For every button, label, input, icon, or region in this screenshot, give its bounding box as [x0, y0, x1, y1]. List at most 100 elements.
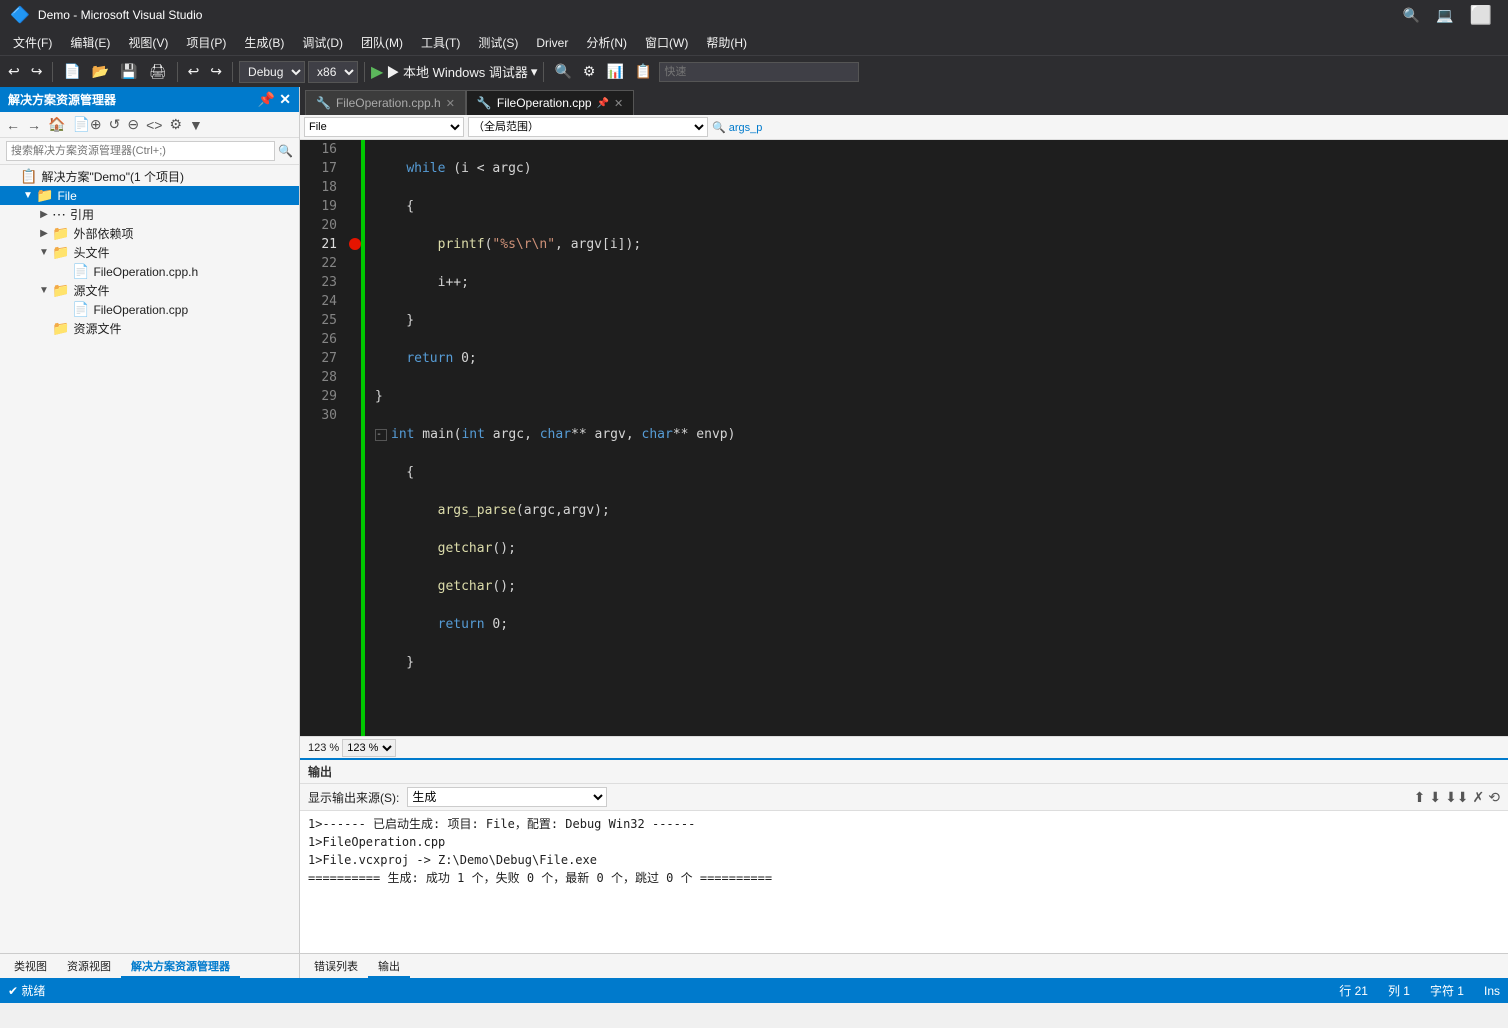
sidebar-tb-back[interactable]: ← [4, 116, 22, 134]
tab-h-label: FileOperation.cpp.h [336, 96, 441, 110]
menu-view[interactable]: 视图(V) [120, 32, 176, 53]
toolbar-extra2[interactable]: 📊 [602, 61, 627, 82]
sidebar-tb-code[interactable]: <> [144, 116, 164, 134]
tab-cpp-close[interactable]: ✕ [614, 97, 623, 110]
sidebar-tb-forward[interactable]: → [25, 116, 43, 134]
toolbar-extra3[interactable]: 📋 [631, 61, 656, 82]
code-content[interactable]: while (i < argc) { printf("%s\r\n", argv… [365, 140, 1508, 736]
sidebar-tb-collapseall[interactable]: ⊖ [125, 115, 141, 134]
pin-icon[interactable]: 📌 [258, 91, 275, 108]
menu-driver[interactable]: Driver [528, 34, 576, 52]
menu-test[interactable]: 测试(S) [470, 32, 526, 53]
tab-h-close[interactable]: ✕ [446, 97, 455, 110]
menu-build[interactable]: 生成(B) [236, 32, 292, 53]
menu-project[interactable]: 项目(P) [178, 32, 234, 53]
output-tb-wrap[interactable]: ⟲ [1488, 789, 1500, 806]
output-source-dropdown[interactable]: 生成 调试 [407, 787, 607, 807]
toolbar-redo[interactable]: ↪ [206, 61, 226, 82]
code-line-28: return 0; [375, 615, 1498, 634]
line-num-27: 27 [300, 349, 337, 368]
menu-window[interactable]: 窗口(W) [637, 32, 696, 53]
line-num-28: 28 [300, 368, 337, 387]
global-scope-dropdown[interactable]: （全局范围） [468, 117, 708, 137]
code-line-24: { [375, 463, 1498, 482]
scope-symbol: 🔍 args_p [712, 121, 762, 134]
sidebar-header: 解决方案资源管理器 📌 ✕ [0, 87, 299, 112]
output-tb-btn3[interactable]: ⬇⬇ [1445, 789, 1468, 806]
platform-dropdown[interactable]: x86 [308, 61, 358, 83]
sidebar-tb-filter[interactable]: ▼ [187, 116, 205, 134]
file-op-h-icon: 📄 [72, 263, 89, 280]
menu-help[interactable]: 帮助(H) [698, 32, 755, 53]
menu-file[interactable]: 文件(F) [5, 32, 60, 53]
sidebar-search-input[interactable] [6, 141, 275, 161]
tree-item-source-files[interactable]: ▼ 📁 源文件 [0, 281, 299, 300]
toolbar-new[interactable]: 📄 [59, 61, 84, 82]
green-bar [361, 140, 365, 736]
sidebar-close-icon[interactable]: ✕ [279, 91, 291, 108]
sidebar-tab-solution[interactable]: 解决方案资源管理器 [121, 956, 240, 978]
code-editor[interactable]: 16 17 18 19 20 21 22 23 24 25 26 27 28 2… [300, 140, 1508, 736]
toolbar-open[interactable]: 📂 [88, 61, 113, 82]
toolbar-search[interactable]: 🔍 [550, 61, 575, 82]
tree-item-file-op-h[interactable]: 📄 FileOperation.cpp.h [0, 262, 299, 281]
toolbar-save[interactable]: 💾 [116, 61, 141, 82]
title-bar-right[interactable]: 🔍 💻 ⬜ [1397, 3, 1498, 28]
sidebar-tab-resourceview[interactable]: 资源视图 [57, 956, 121, 978]
toolbar-back[interactable]: ↩ [4, 61, 24, 82]
file-scope-dropdown[interactable]: File [304, 117, 464, 137]
menu-bar: 文件(F) 编辑(E) 视图(V) 项目(P) 生成(B) 调试(D) 团队(M… [0, 30, 1508, 55]
output-bottom-tabs: 错误列表 输出 [300, 953, 1508, 978]
menu-tools[interactable]: 工具(T) [413, 32, 468, 53]
debug-config-dropdown[interactable]: Debug [239, 61, 305, 83]
menu-debug[interactable]: 调试(D) [294, 32, 351, 53]
editor-bottom-bar: 123 % 123 % 100 % 75 % 150 % [300, 736, 1508, 758]
search-icon[interactable]: 🔍 [1397, 5, 1426, 26]
output-line-4: ========== 生成: 成功 1 个，失败 0 个，最新 0 个，跳过 0… [308, 869, 1500, 887]
quick-search-input[interactable] [659, 62, 859, 82]
solution-explorer: 解决方案资源管理器 📌 ✕ ← → 🏠 📄⊕ ↺ ⊖ <> ⚙ ▼ 🔍 📋 [0, 87, 300, 978]
tree-item-file-project[interactable]: ▼ 📁 File [0, 186, 299, 205]
output-toolbar-btns: ⬆ ⬇ ⬇⬇ ✗ ⟲ [1414, 789, 1500, 806]
solution-icon: 📋 [20, 168, 37, 185]
sidebar-header-controls[interactable]: 📌 ✕ [258, 91, 291, 108]
tab-cpp-file[interactable]: 🔧 FileOperation.cpp 📌 ✕ [466, 90, 634, 115]
code-line-27: getchar(); [375, 577, 1498, 596]
tree-item-references[interactable]: ▶ ⋯ 引用 [0, 205, 299, 224]
toolbar-forward[interactable]: ↪ [27, 61, 47, 82]
toolbar-extra1[interactable]: ⚙ [579, 61, 600, 82]
tree-item-solution[interactable]: 📋 解决方案"Demo"(1 个项目) [0, 167, 299, 186]
zoom-dropdown[interactable]: 123 % 100 % 75 % 150 % [342, 739, 396, 757]
references-label: 引用 [70, 206, 94, 223]
sidebar-tab-classview[interactable]: 类视图 [4, 956, 57, 978]
sidebar-tb-settings[interactable]: ⚙ [167, 115, 184, 134]
tree-item-file-op-cpp[interactable]: 📄 FileOperation.cpp [0, 300, 299, 319]
output-tb-btn1[interactable]: ⬆ [1414, 789, 1426, 806]
output-tab-output[interactable]: 输出 [368, 956, 410, 978]
toolbar-undo[interactable]: ↩ [184, 61, 204, 82]
breakpoint-21[interactable] [349, 238, 361, 250]
sidebar-tb-home[interactable]: 🏠 [46, 115, 67, 134]
tab-header-file[interactable]: 🔧 FileOperation.cpp.h ✕ [305, 90, 466, 115]
code-line-17: { [375, 197, 1498, 216]
output-tb-btn2[interactable]: ⬇ [1429, 789, 1441, 806]
tree-item-headers[interactable]: ▼ 📁 头文件 [0, 243, 299, 262]
menu-team[interactable]: 团队(M) [353, 32, 411, 53]
menu-edit[interactable]: 编辑(E) [62, 32, 118, 53]
output-tb-clear[interactable]: ✗ [1473, 789, 1485, 806]
close-icon[interactable]: ⬜ [1464, 3, 1498, 28]
sidebar-tb-refresh[interactable]: ↺ [107, 115, 123, 134]
toolbar: ↩ ↪ 📄 📂 💾 🖨 ↩ ↪ Debug x86 ▶ ▶ 本地 Windows… [0, 55, 1508, 87]
output-tab-errorlist[interactable]: 错误列表 [304, 956, 368, 978]
toolbar-saveall[interactable]: 🖨 [145, 61, 171, 82]
line-num-30: 30 [300, 406, 337, 425]
run-button[interactable]: ▶ ▶ 本地 Windows 调试器 ▾ [371, 62, 537, 82]
line-num-19: 19 [300, 197, 337, 216]
menu-analyze[interactable]: 分析(N) [578, 32, 635, 53]
run-dropdown-icon[interactable]: ▾ [531, 64, 538, 80]
tree-item-external-deps[interactable]: ▶ 📁 外部依赖项 [0, 224, 299, 243]
sidebar-tb-new[interactable]: 📄⊕ [70, 115, 103, 134]
tree-item-resources[interactable]: 📁 资源文件 [0, 319, 299, 338]
code-line-18: printf("%s\r\n", argv[i]); [375, 235, 1498, 254]
screen-icon[interactable]: 💻 [1430, 5, 1459, 26]
